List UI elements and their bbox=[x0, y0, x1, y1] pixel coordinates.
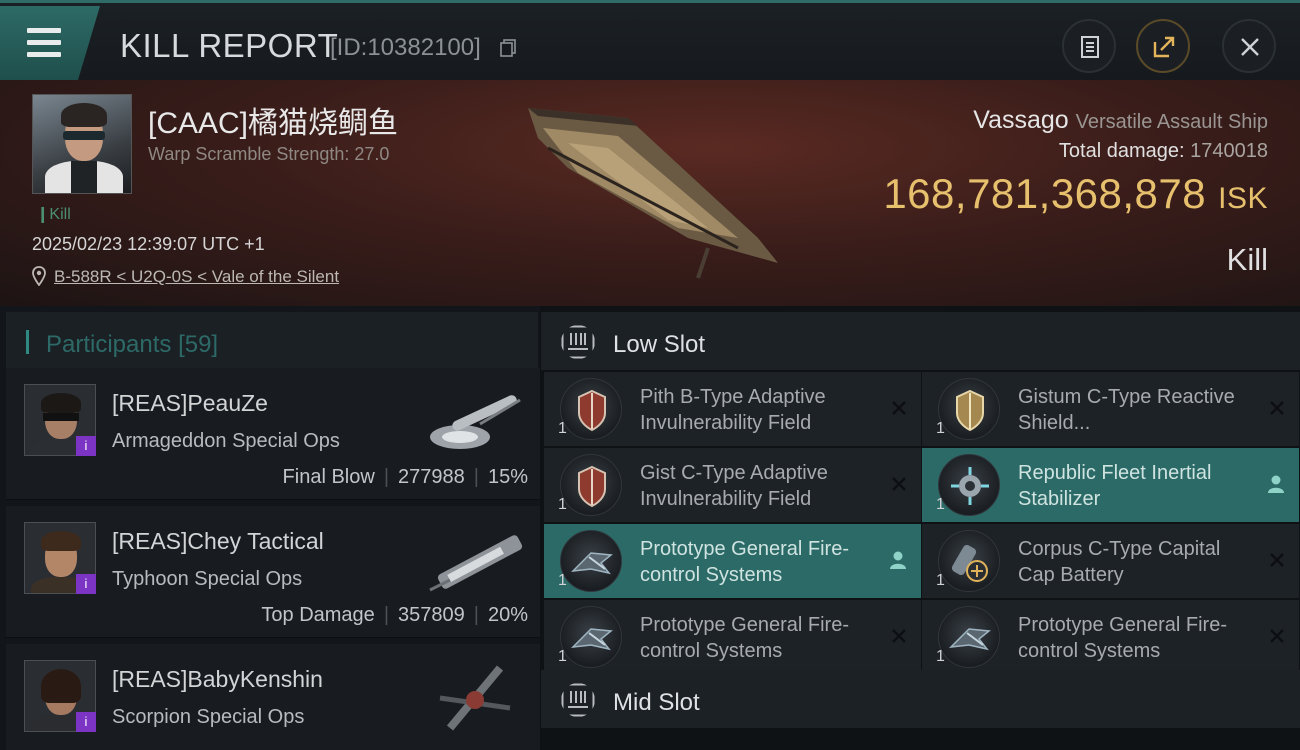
fitting-panel: Low Slot 1 Pith B-Type Adaptive Invulner… bbox=[541, 306, 1300, 750]
module-item[interactable]: 1 Gistum C-Type Reactive Shield... bbox=[922, 372, 1299, 446]
participant-name: [REAS]Chey Tactical bbox=[112, 528, 324, 554]
participants-header: Participants [59] bbox=[6, 312, 538, 370]
participant-ship-image bbox=[429, 535, 523, 592]
report-id: [ID:10382100] bbox=[330, 34, 481, 61]
participant-ship: Typhoon Special Ops bbox=[112, 568, 303, 590]
module-name: Prototype General Fire-control Systems bbox=[640, 614, 849, 662]
module-item[interactable]: 1 Corpus C-Type Capital Cap Battery bbox=[922, 524, 1299, 598]
participant-ship-image bbox=[439, 665, 511, 731]
clipboard-icon bbox=[1081, 36, 1099, 58]
warp-scramble-strength: Warp Scramble Strength: 27.0 bbox=[148, 144, 390, 164]
participant-row[interactable]: i [REAS]Chey Tactical Typhoon Special Op… bbox=[6, 506, 540, 638]
destroyed-icon bbox=[892, 477, 906, 491]
destroyed-icon bbox=[1270, 629, 1284, 643]
module-item[interactable]: 1 Prototype General Fire-control Systems bbox=[544, 600, 921, 674]
export-icon bbox=[1153, 36, 1175, 58]
module-item[interactable]: 1 Prototype General Fire-control Systems bbox=[922, 600, 1299, 674]
notes-button[interactable] bbox=[1062, 19, 1116, 73]
mid-slot-icon bbox=[561, 683, 595, 717]
top-bar: KILL REPORT [ID:10382100] bbox=[0, 0, 1300, 80]
module-item[interactable]: 1 Prototype General Fire-control Systems bbox=[544, 524, 921, 598]
shield-icon bbox=[560, 378, 622, 440]
module-name: Prototype General Fire-control Systems bbox=[640, 538, 849, 586]
destroyed-icon bbox=[1270, 553, 1284, 567]
destroyed-icon bbox=[1270, 401, 1284, 415]
isk-value: 168,781,368,878 ISK bbox=[883, 170, 1268, 217]
shield-icon bbox=[560, 454, 622, 516]
participant-name: [REAS]BabyKenshin bbox=[112, 666, 323, 692]
module-item[interactable]: 1 Pith B-Type Adaptive Invulnerability F… bbox=[544, 372, 921, 446]
participant-stats: Final Blow | 277988 | 15% bbox=[282, 466, 528, 488]
stabilizer-icon bbox=[938, 454, 1000, 516]
info-badge[interactable]: i bbox=[76, 712, 96, 732]
participant-ship: Scorpion Special Ops bbox=[112, 706, 305, 728]
close-icon bbox=[1241, 38, 1259, 56]
mid-slot-header[interactable]: Mid Slot bbox=[541, 670, 1300, 728]
low-slot-icon bbox=[561, 325, 595, 359]
share-button[interactable] bbox=[1136, 19, 1190, 73]
total-damage: Total damage: 1740018 bbox=[1058, 140, 1268, 162]
fire-control-icon bbox=[560, 530, 622, 592]
low-slot-header[interactable]: Low Slot bbox=[541, 312, 1300, 370]
module-name: Gist C-Type Adaptive Invulnerability Fie… bbox=[640, 462, 828, 510]
destroyed-icon bbox=[892, 401, 906, 415]
participant-stats: Top Damage | 357809 | 20% bbox=[261, 604, 528, 626]
kill-location-link[interactable]: B-588R < U2Q-0S < Vale of the Silent bbox=[54, 267, 339, 287]
kill-datetime: 2025/02/23 12:39:07 UTC +1 bbox=[32, 234, 265, 254]
participants-panel: Participants [59] i [REAS]PeauZe Armaged… bbox=[0, 306, 540, 750]
module-item[interactable]: 1 Republic Fleet Inertial Stabilizer bbox=[922, 448, 1299, 522]
victim-panel: [CAAC]橘猫烧鲷鱼 Warp Scramble Strength: 27.0… bbox=[0, 80, 1300, 306]
victim-name[interactable]: [CAAC]橘猫烧鲷鱼 bbox=[148, 98, 398, 142]
participant-row[interactable]: i [REAS]BabyKenshin Scorpion Special Ops bbox=[6, 644, 540, 750]
destroyed-icon bbox=[892, 629, 906, 643]
info-badge[interactable]: i bbox=[76, 574, 96, 594]
module-name: Prototype General Fire-control Systems bbox=[1018, 614, 1227, 662]
participant-row[interactable]: i [REAS]PeauZe Armageddon Special Ops Fi… bbox=[6, 368, 540, 500]
participant-name: [REAS]PeauZe bbox=[112, 390, 268, 416]
person-icon bbox=[1268, 475, 1284, 493]
fire-control-icon bbox=[938, 606, 1000, 668]
module-name: Corpus C-Type Capital Cap Battery bbox=[1018, 538, 1221, 586]
info-badge[interactable]: i bbox=[76, 436, 96, 456]
module-name: Republic Fleet Inertial Stabilizer bbox=[1018, 462, 1212, 510]
location-pin-icon bbox=[32, 266, 46, 286]
victim-ship-name: Vassago Versatile Assault Ship bbox=[973, 106, 1268, 134]
fire-control-icon bbox=[560, 606, 622, 668]
module-name: Pith B-Type Adaptive Invulnerability Fie… bbox=[640, 386, 826, 434]
module-item[interactable]: 1 Gist C-Type Adaptive Invulnerability F… bbox=[544, 448, 921, 522]
victim-avatar[interactable] bbox=[32, 94, 132, 194]
participant-ship-image bbox=[430, 395, 521, 449]
page-title: KILL REPORT bbox=[120, 27, 339, 64]
cap-battery-icon bbox=[938, 530, 1000, 592]
victim-ship-image bbox=[528, 108, 778, 279]
menu-button[interactable] bbox=[0, 6, 100, 80]
person-icon bbox=[890, 551, 906, 569]
participant-ship: Armageddon Special Ops bbox=[112, 430, 340, 452]
kill-tag: ❙Kill bbox=[36, 206, 71, 223]
copy-icon[interactable] bbox=[500, 39, 516, 57]
close-button[interactable] bbox=[1222, 19, 1276, 73]
shield-gold-icon bbox=[938, 378, 1000, 440]
module-name: Gistum C-Type Reactive Shield... bbox=[1018, 386, 1235, 434]
kill-result-label: Kill bbox=[1226, 242, 1268, 277]
